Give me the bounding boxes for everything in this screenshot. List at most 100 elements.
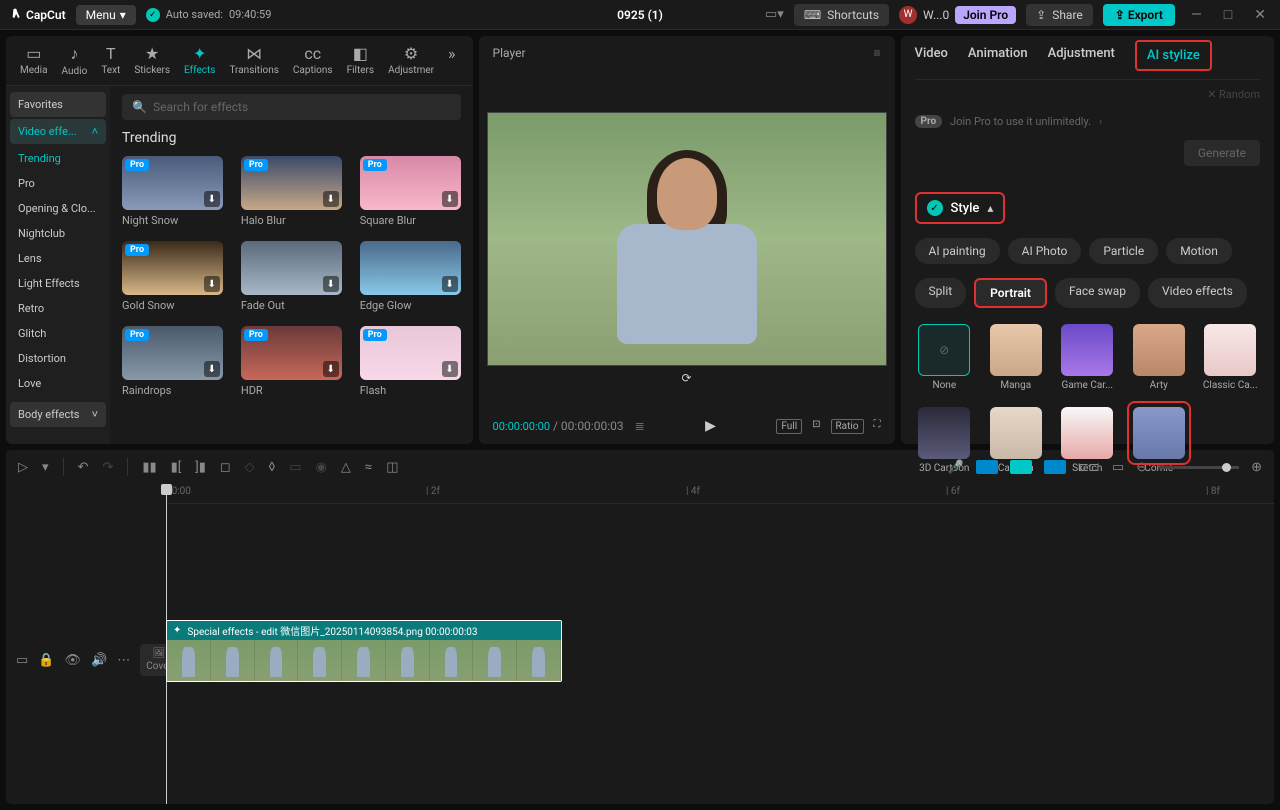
cursor-dropdown[interactable]: ▾	[42, 460, 49, 475]
timeline-mini-icon[interactable]: ≣	[635, 419, 645, 433]
minimize-button[interactable]: —	[1185, 7, 1208, 23]
shortcuts-button[interactable]: ⌨ Shortcuts	[794, 4, 889, 26]
tool-tab-effects[interactable]: ✦Effects	[184, 44, 215, 77]
tool-b[interactable]: ▭	[289, 460, 301, 475]
tl-more-icon[interactable]: ⋯	[117, 653, 130, 668]
tool-tab-stickers[interactable]: ★Stickers	[134, 44, 170, 77]
zoom-in-icon[interactable]: ⊕	[1251, 460, 1262, 475]
chip-particle[interactable]: Particle	[1089, 238, 1158, 264]
trim-right-tool[interactable]: ]▮	[195, 460, 206, 475]
sidebar-item-nightclub[interactable]: Nightclub	[10, 221, 106, 246]
tool-tab-media[interactable]: ▭Media	[20, 44, 48, 77]
right-tab-ai-stylize[interactable]: AI stylize	[1135, 40, 1212, 71]
play-button[interactable]: ▶	[705, 418, 716, 434]
sidebar-item-lighteffects[interactable]: Light Effects	[10, 271, 106, 296]
track-toggle-3[interactable]	[1044, 460, 1066, 474]
chip-ai-photo[interactable]: AI Photo	[1008, 238, 1082, 264]
sidebar-item-openingclo[interactable]: Opening & Clo...	[10, 196, 106, 221]
refresh-icon[interactable]: ⟳	[682, 371, 692, 385]
close-button[interactable]: ✕	[1248, 7, 1272, 23]
zoom-slider[interactable]	[1159, 466, 1239, 469]
chip-video-effects[interactable]: Video effects	[1148, 278, 1247, 308]
download-icon[interactable]: ⬇	[323, 191, 339, 207]
sidebar-item-love[interactable]: Love	[10, 371, 106, 396]
mirror-h-tool[interactable]: △	[341, 460, 351, 475]
share-button[interactable]: ⇪ Share	[1026, 4, 1093, 26]
tool-tab-captions[interactable]: ccCaptions	[293, 44, 333, 77]
tl-audio-icon[interactable]: 🔊	[91, 653, 107, 668]
sidebar-body-effects[interactable]: Body effects ˅	[10, 402, 106, 427]
cursor-tool[interactable]: ▷	[18, 460, 28, 475]
download-icon[interactable]: ⬇	[204, 361, 220, 377]
menu-button[interactable]: Menu ▾	[76, 5, 136, 25]
effect-halo-blur[interactable]: Pro⬇Halo Blur	[241, 156, 342, 227]
style-gamecar[interactable]: Game Car...	[1058, 324, 1118, 391]
join-pro-button[interactable]: Join Pro	[955, 6, 1016, 24]
maximize-button[interactable]: □	[1218, 6, 1238, 23]
right-tab-video[interactable]: Video	[915, 46, 948, 71]
tl-layers-icon[interactable]: ▭	[16, 653, 28, 668]
download-icon[interactable]: ⬇	[204, 191, 220, 207]
video-viewport[interactable]: ⟳	[487, 112, 887, 366]
download-icon[interactable]: ⬇	[442, 191, 458, 207]
crop-icon[interactable]: ⊡	[812, 419, 820, 434]
effect-hdr[interactable]: Pro⬇HDR	[241, 326, 342, 397]
tl-eye-icon[interactable]: 👁	[64, 653, 81, 668]
tool-a[interactable]: ◇	[245, 460, 255, 475]
download-icon[interactable]: ⬇	[442, 276, 458, 292]
tool-tab-transitions[interactable]: ⋈Transitions	[229, 44, 278, 77]
redo-button[interactable]: ↷	[102, 460, 113, 475]
sidebar-item-glitch[interactable]: Glitch	[10, 321, 106, 346]
download-icon[interactable]: ⬇	[323, 276, 339, 292]
effects-search-input[interactable]: 🔍 Search for effects	[122, 94, 461, 120]
generate-button[interactable]: Generate	[1184, 140, 1260, 166]
undo-button[interactable]: ↶	[78, 460, 89, 475]
chip-ai-painting[interactable]: AI painting	[915, 238, 1000, 264]
crop2-tool[interactable]: ◫	[386, 460, 398, 475]
sidebar-favorites[interactable]: Favorites	[10, 92, 106, 117]
right-tab-adjustment[interactable]: Adjustment	[1048, 46, 1115, 71]
tool-tab-audio[interactable]: ♪Audio	[62, 44, 88, 77]
track-toggle-2[interactable]	[1010, 460, 1032, 474]
download-icon[interactable]: ⬇	[323, 361, 339, 377]
style-toggle[interactable]: ✓ Style ▴	[915, 192, 1006, 224]
style-arty[interactable]: Arty	[1129, 324, 1188, 391]
full-button[interactable]: Full	[776, 419, 802, 434]
style-comic[interactable]: Comic	[1129, 407, 1188, 474]
ratio-button[interactable]: Ratio	[831, 419, 864, 434]
tool-tab-filters[interactable]: ◧Filters	[347, 44, 375, 77]
download-icon[interactable]: ⬇	[442, 361, 458, 377]
magnet-icon[interactable]: ⊏⊐	[1078, 460, 1100, 475]
shield-tool[interactable]: ◊	[269, 460, 276, 475]
style-none[interactable]: ⊘None	[915, 324, 974, 391]
preview-icon[interactable]: ▭	[1112, 460, 1124, 475]
chip-face-swap[interactable]: Face swap	[1055, 278, 1140, 308]
effect-flash[interactable]: Pro⬇Flash	[360, 326, 461, 397]
effect-raindrops[interactable]: Pro⬇Raindrops	[122, 326, 223, 397]
mic-icon[interactable]: 🎤	[948, 460, 964, 475]
effect-edge-glow[interactable]: ⬇Edge Glow	[360, 241, 461, 312]
sidebar-video-effects[interactable]: Video effe... ˄	[10, 119, 106, 144]
tool-tab-adjustmer[interactable]: ⚙Adjustmer	[388, 44, 434, 77]
random-button[interactable]: ✕ Random	[1207, 88, 1260, 101]
chip-portrait[interactable]: Portrait	[974, 278, 1047, 308]
split-tool[interactable]: ▮▮	[142, 460, 156, 475]
timeline-clip[interactable]: ✦ Special effects - edit 微信图片_2025011409…	[166, 620, 562, 682]
effect-fade-out[interactable]: ⬇Fade Out	[241, 241, 342, 312]
mirror-v-tool[interactable]: ≈	[365, 460, 372, 475]
chip-motion[interactable]: Motion	[1166, 238, 1232, 264]
player-menu-icon[interactable]: ≡	[874, 46, 881, 60]
chevron-right-icon[interactable]: ›	[1099, 115, 1102, 128]
fullscreen-icon[interactable]: ⛶	[874, 419, 881, 434]
sidebar-item-lens[interactable]: Lens	[10, 246, 106, 271]
tool-tab-text[interactable]: TText	[101, 44, 120, 77]
style-classicca[interactable]: Classic Ca...	[1201, 324, 1260, 391]
right-tab-animation[interactable]: Animation	[968, 46, 1028, 71]
trim-left-tool[interactable]: ▮[	[171, 460, 182, 475]
more-tools[interactable]: »	[448, 44, 456, 77]
track-toggle-1[interactable]	[976, 460, 998, 474]
effect-night-snow[interactable]: Pro⬇Night Snow	[122, 156, 223, 227]
sidebar-item-retro[interactable]: Retro	[10, 296, 106, 321]
sidebar-item-distortion[interactable]: Distortion	[10, 346, 106, 371]
style-manga[interactable]: Manga	[986, 324, 1045, 391]
